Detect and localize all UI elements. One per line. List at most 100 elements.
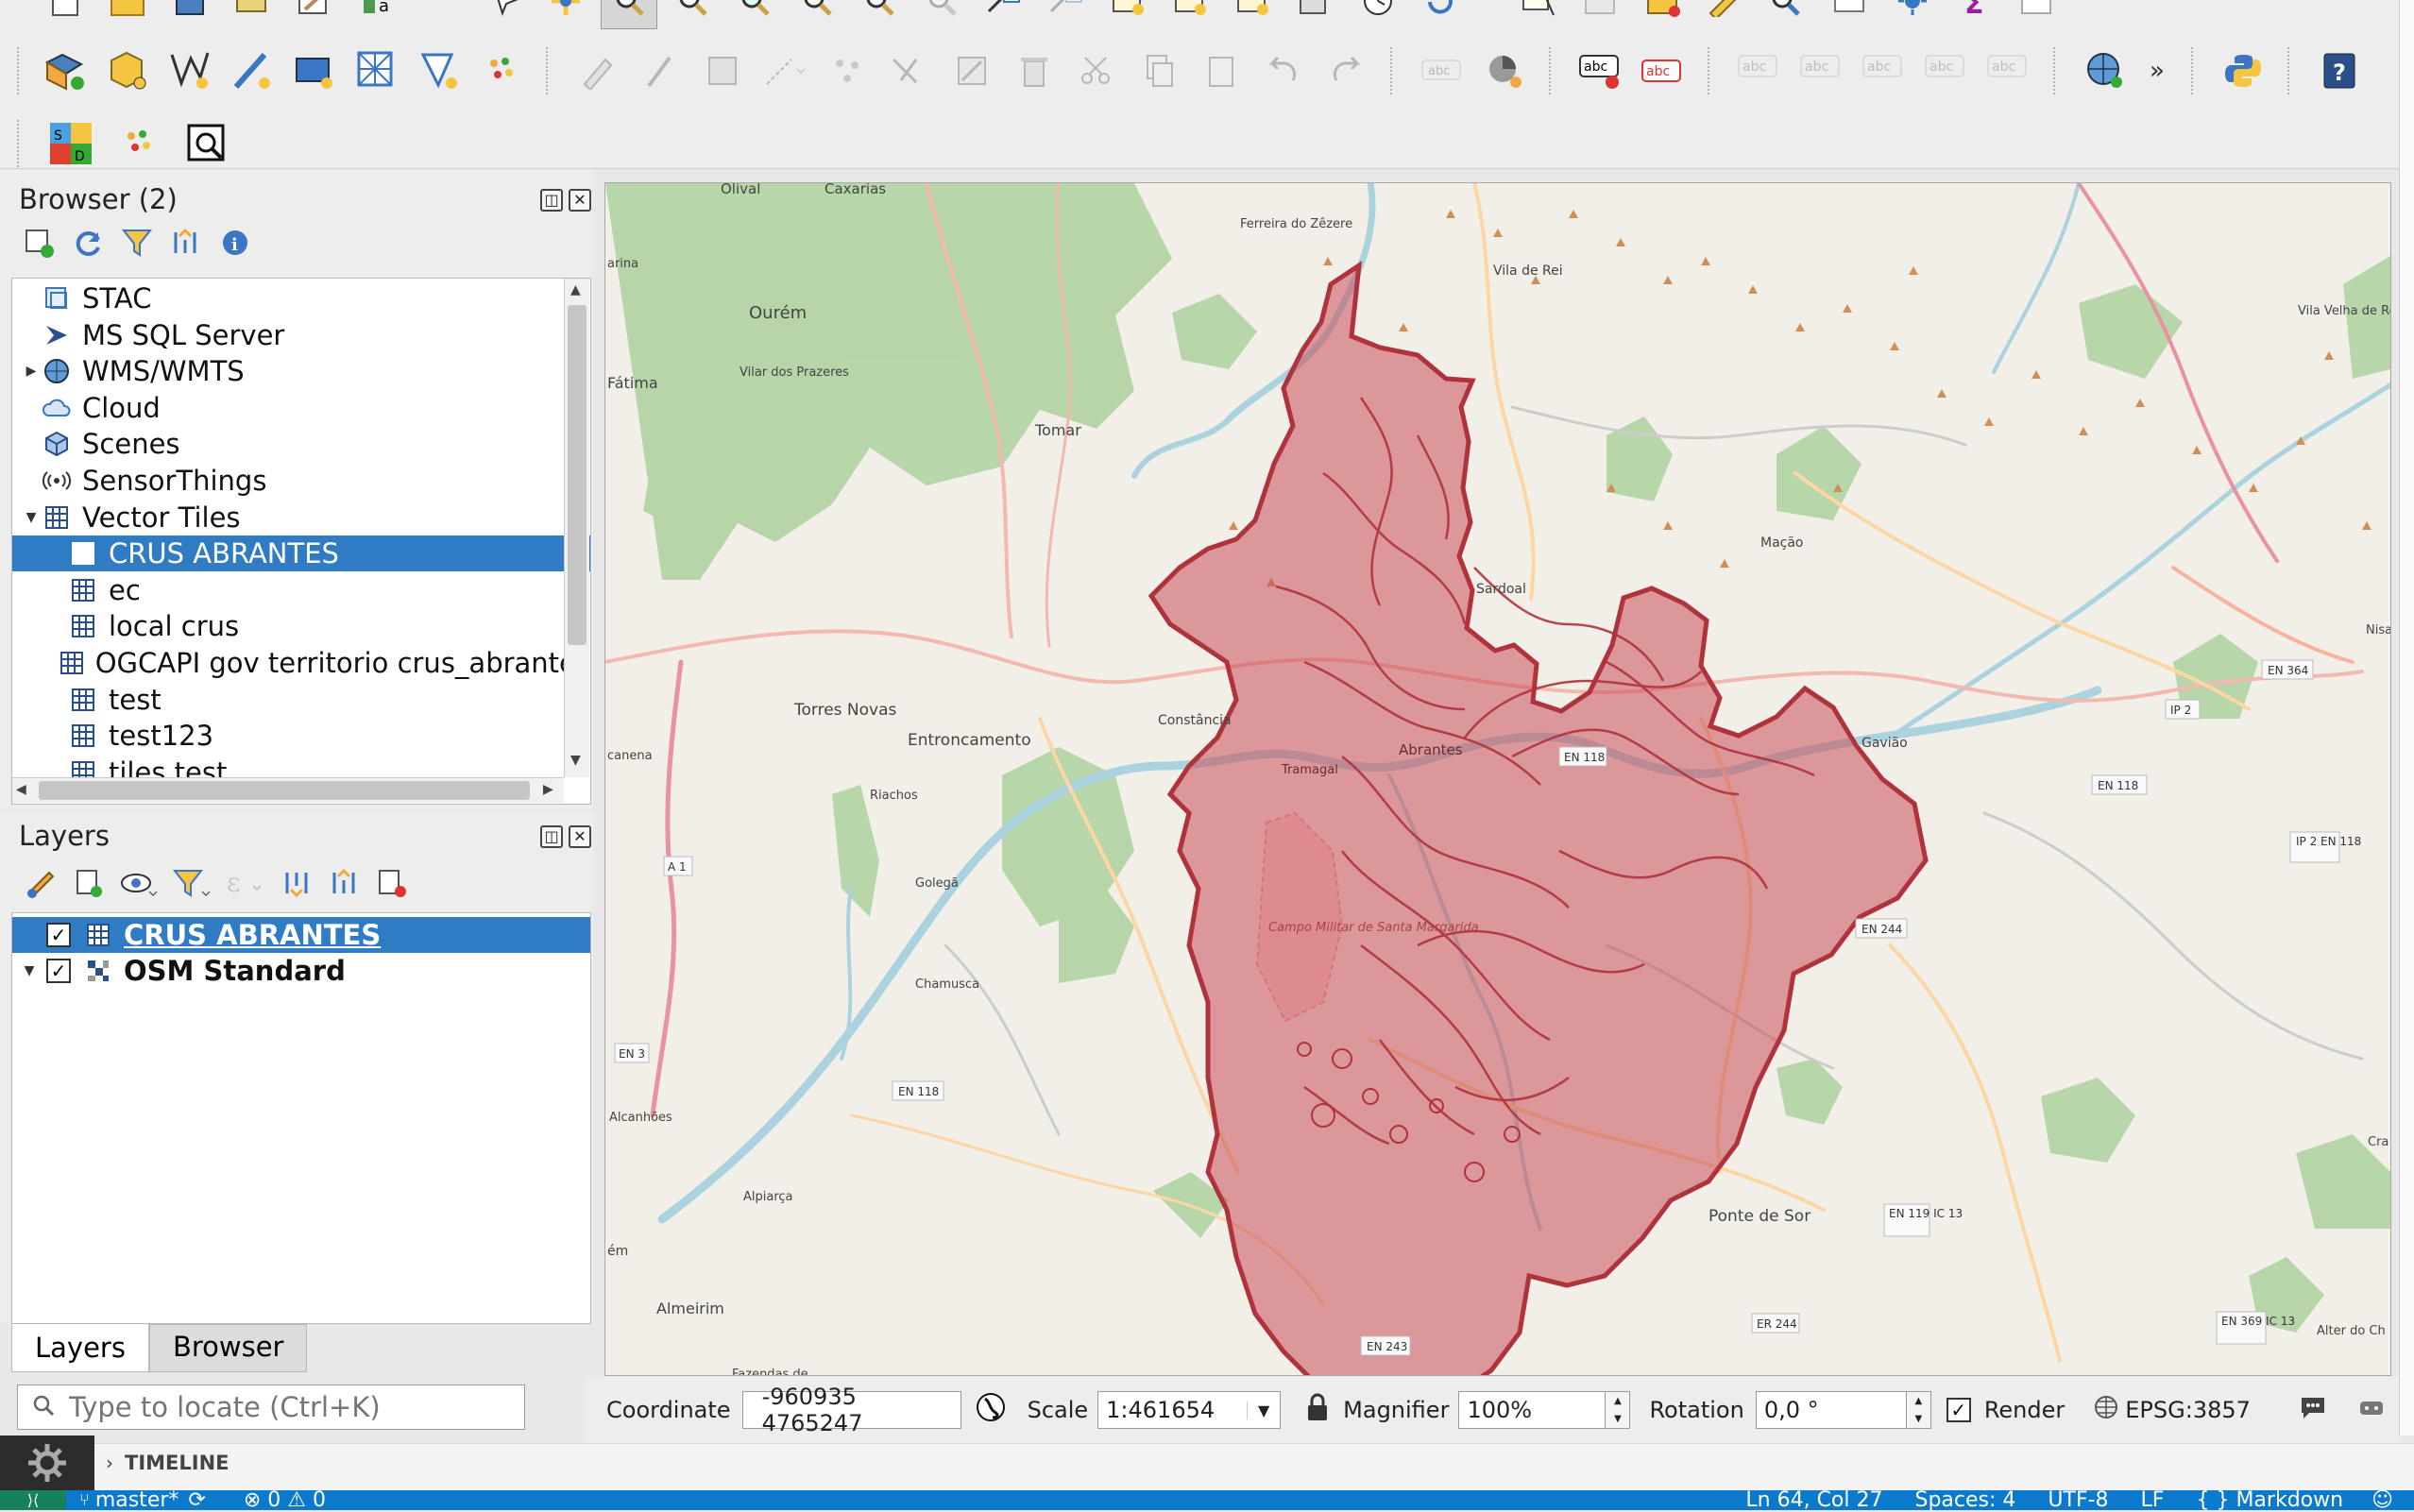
chevron-down-icon[interactable]: ▼ [1247,1401,1280,1419]
filter-expression-icon[interactable]: ε [225,867,266,903]
render-checkbox[interactable]: ✓ [1946,1398,1971,1422]
plugin-icon[interactable] [2356,1394,2387,1426]
rotation-spinner[interactable]: ▲ ▼ [1906,1391,1931,1429]
change-label-icon[interactable]: abc [1981,43,2036,98]
branch-name[interactable]: master* [95,1488,179,1512]
new-project-icon[interactable] [38,0,93,28]
new-gpx-layer-icon[interactable] [412,43,467,98]
scale-combobox[interactable]: 1:461654 ▼ [1097,1391,1282,1429]
copilot-icon[interactable]: ☺ [2372,1488,2393,1512]
more-icon[interactable]: » [2140,43,2174,98]
metasearch-icon[interactable] [2078,43,2133,98]
zoom-out-icon[interactable] [665,0,720,28]
help-icon[interactable]: ? [2312,43,2367,98]
new-temporary-layer-icon[interactable] [474,43,529,98]
style-icon[interactable] [25,867,57,903]
label-abc-icon[interactable]: abc [1573,43,1628,98]
refresh-icon[interactable] [1226,0,1281,28]
browser-item[interactable]: STAC [12,280,590,316]
statistics-icon[interactable] [1636,0,1691,28]
rotate-label-icon[interactable]: abc [1919,43,1974,98]
delete-selected-icon[interactable] [1007,43,1062,98]
browser-item[interactable]: Scenes [12,426,590,462]
new-geopackage-layer-icon[interactable] [100,43,155,98]
crs-label[interactable]: EPSG:3857 [2125,1397,2251,1423]
show-bookmarks-icon[interactable]: Σ [1947,0,2002,28]
manage-visibility-icon[interactable] [119,867,158,903]
point-cluster-icon[interactable] [111,116,166,171]
map-tips-icon[interactable] [1823,0,1878,28]
zoom-full-icon[interactable] [727,0,782,28]
new-shapefile-layer-icon[interactable] [162,43,217,98]
node-tool-icon[interactable] [882,43,937,98]
browser-vscrollbar[interactable]: ▲ ▼ [564,279,589,777]
redo-icon[interactable] [1318,43,1373,98]
browser-item[interactable]: ▼ Vector Tiles [12,500,590,535]
annotation-icon[interactable] [1760,0,1815,28]
globe-icon[interactable] [2093,1394,2119,1426]
vscode-activity-gear[interactable] [0,1436,94,1490]
browser-item[interactable]: ec [12,572,590,608]
remove-layer-icon[interactable] [376,867,408,903]
language-mode[interactable]: { } Markdown [2196,1488,2343,1512]
toolbar-handle[interactable] [546,47,553,94]
new-mesh-layer-icon[interactable] [349,43,404,98]
scroll-thumb[interactable] [568,305,586,645]
map-canvas[interactable]: Olival Caxarias Ferreira do Zêzere Vila … [604,182,2391,1376]
layer-item[interactable]: ▼ ✓ OSM Standard [12,953,590,989]
new-scratch-layer-icon[interactable] [225,43,280,98]
timeline-section[interactable]: › TIMELINE [94,1445,718,1481]
branch-icon[interactable]: ⑂ [79,1490,90,1510]
filter-icon[interactable] [121,227,153,263]
toolbar-handle[interactable] [17,120,25,167]
temporal-controller-icon[interactable] [1164,0,1218,28]
bookmark-icon[interactable] [1885,0,1940,28]
open-project-icon[interactable] [100,0,155,28]
remote-icon[interactable]: ⟩⟨ [0,1490,66,1510]
filter-legend-icon[interactable] [172,867,211,903]
data-source-manager-icon[interactable] [38,43,93,98]
toolbar-handle[interactable] [1708,47,1715,94]
show-hide-labels-icon[interactable]: abc [1794,43,1849,98]
cut-features-icon[interactable] [1069,43,1124,98]
zoom-last-icon[interactable] [977,0,1031,28]
pan-to-selection-icon[interactable] [538,0,593,28]
browser-item[interactable]: MS SQL Server [12,317,590,353]
close-panel-icon[interactable]: ✕ [569,825,591,848]
refresh-icon[interactable] [72,227,104,263]
rotation-field[interactable]: 0,0 ° [1755,1391,1907,1429]
browser-item[interactable]: test123 [12,718,590,754]
browser-item[interactable]: test [12,682,590,718]
sync-icon[interactable]: ⟳ [188,1488,205,1512]
layer-visibility-checkbox[interactable]: ✓ [46,923,71,947]
new-virtual-layer-icon[interactable] [287,43,342,98]
locator-bar[interactable] [17,1385,525,1430]
undo-icon[interactable] [1256,43,1311,98]
browser-hscrollbar[interactable]: ◀ ▶ [12,777,564,803]
expand-all-icon[interactable] [281,867,314,903]
measure-icon[interactable] [1698,0,1753,28]
identify-icon[interactable] [1288,0,1343,28]
paste-features-icon[interactable] [1194,43,1249,98]
label-toolbar-icon[interactable]: abc [1415,43,1470,98]
toolbar-handle[interactable] [17,47,25,94]
properties-icon[interactable]: i [219,227,251,263]
browser-item[interactable]: ▶ WMS/WMTS [12,353,590,389]
move-label-icon[interactable]: abc [1857,43,1912,98]
add-selected-layers-icon[interactable] [23,227,55,263]
toolbar-handle[interactable] [2191,47,2199,94]
vertex-tool-icon[interactable] [820,43,875,98]
sld-icon[interactable]: SD [43,116,98,171]
coordinate-field[interactable]: -960935 4765247 [741,1384,961,1436]
float-panel-icon[interactable]: ◫ [540,189,563,212]
scroll-right-arrow[interactable]: ▶ [543,782,553,797]
zoom-to-layer-icon[interactable] [852,0,907,28]
toolbar-handle[interactable] [1549,47,1556,94]
pin-label-icon[interactable]: abc [1732,43,1787,98]
chevron-down-icon[interactable]: ▼ [20,510,42,525]
encoding[interactable]: UTF-8 [2048,1488,2108,1512]
script-icon[interactable] [2010,0,2065,28]
browser-item[interactable]: local crus [12,608,590,644]
collapse-all-icon[interactable] [170,227,202,263]
zoom-next-icon[interactable] [1039,0,1094,28]
